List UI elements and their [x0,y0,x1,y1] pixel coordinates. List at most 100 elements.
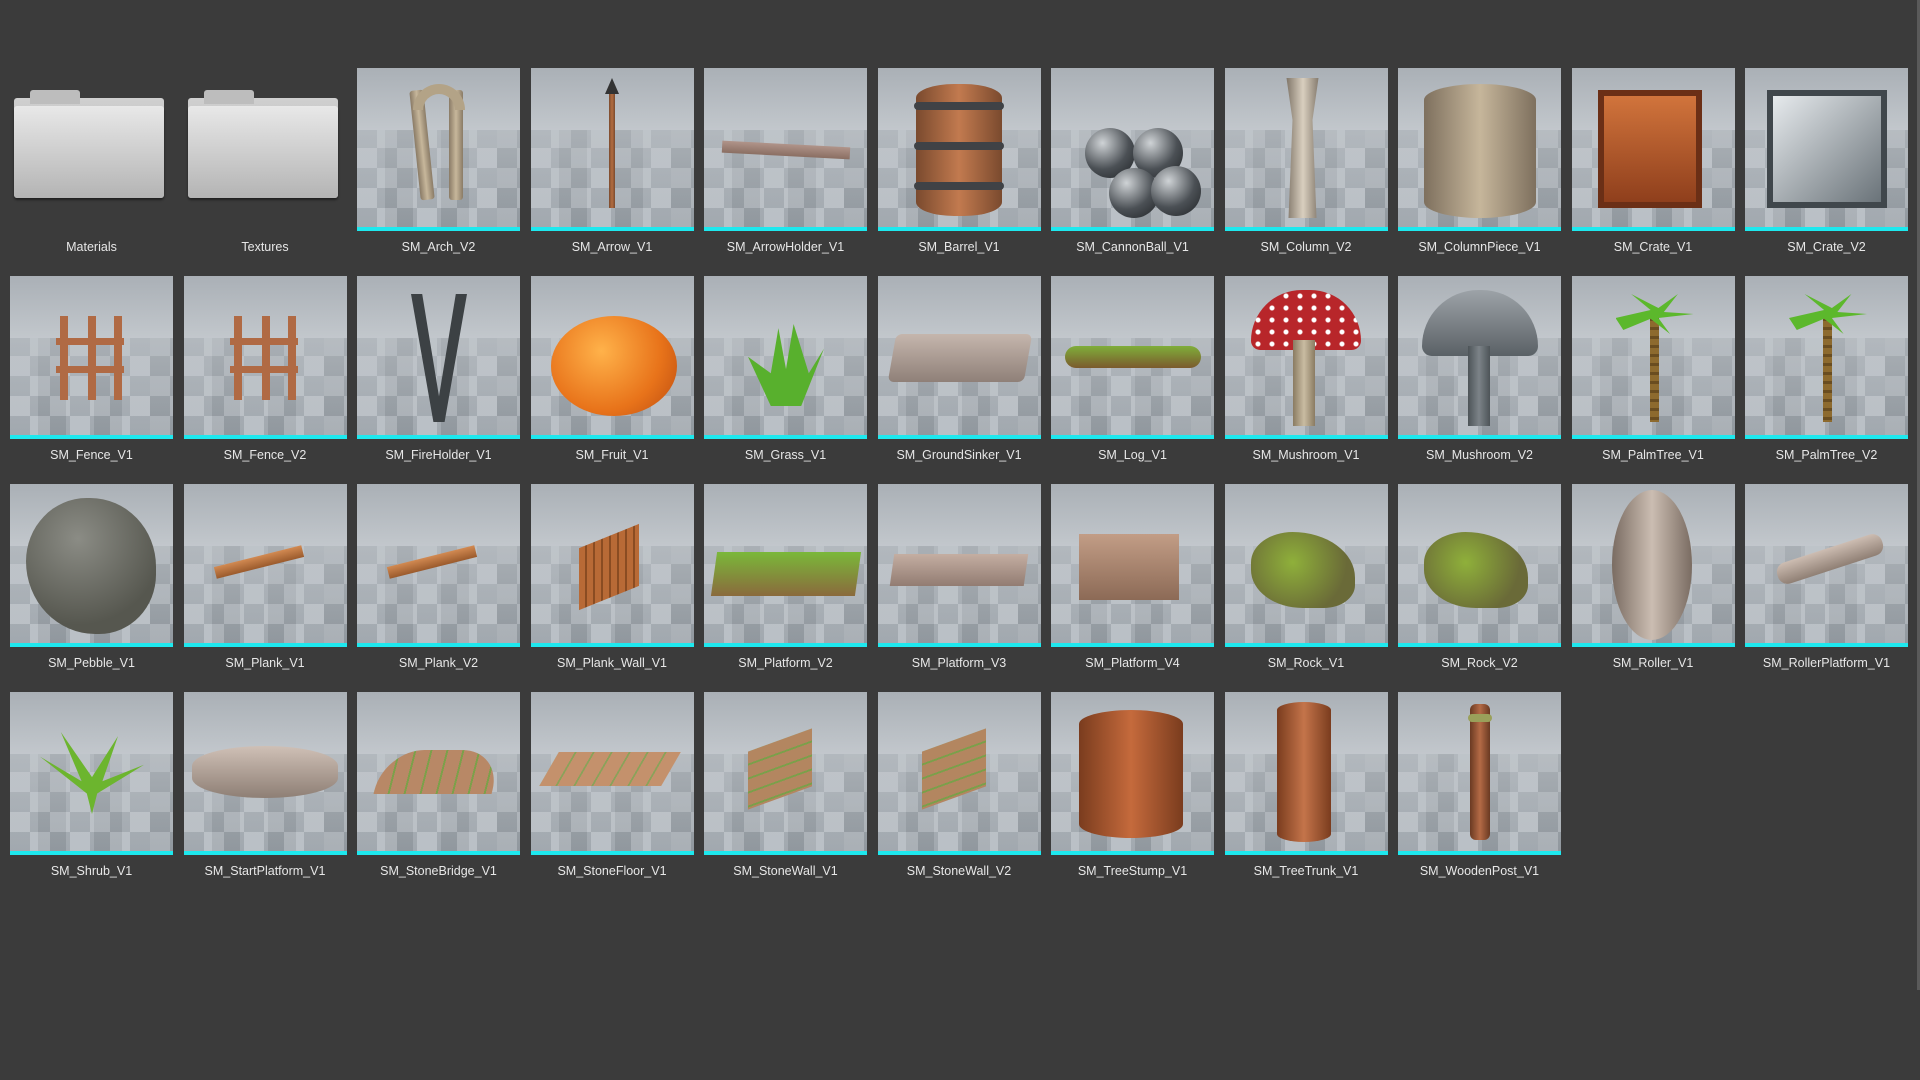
asset-tile[interactable]: SM_Arch_V2 [357,68,520,276]
asset-tile[interactable]: SM_RollerPlatform_V1 [1745,484,1908,692]
asset-label: SM_StoneWall_V2 [906,864,1012,878]
shape-part [373,750,503,794]
mossy-rock-icon [1225,484,1388,643]
shape-part [608,90,615,208]
asset-thumbnail [1224,68,1388,231]
asset-label: SM_Fruit_V1 [575,448,649,462]
asset-label: SM_Plank_V1 [225,656,305,670]
asset-tile[interactable]: SM_Plank_V1 [183,484,347,692]
folder-icon [10,68,173,231]
shape-part [56,338,124,345]
asset-tile[interactable]: SM_Fence_V1 [10,276,173,484]
asset-tile[interactable]: SM_Crate_V1 [1571,68,1735,276]
asset-tile[interactable]: SM_Barrel_V1 [877,68,1041,276]
asset-tile[interactable]: SM_Mushroom_V1 [1224,276,1388,484]
asset-thumbnail [1051,68,1214,231]
shape-part [1597,90,1702,208]
asset-tile[interactable]: SM_Fence_V2 [183,276,347,484]
shape-part [60,316,68,400]
asset-label: SM_WoodenPost_V1 [1419,864,1540,878]
asset-label: SM_RollerPlatform_V1 [1762,656,1891,670]
asset-thumbnail [10,484,173,647]
asset-label: SM_FireHolder_V1 [385,448,492,462]
folder-tab [30,90,80,104]
asset-tile[interactable]: SM_Roller_V1 [1571,484,1735,692]
asset-thumbnail [877,692,1041,855]
shape-part [1250,532,1355,608]
shape-part [1823,312,1832,422]
asset-tile[interactable]: SM_Platform_V3 [877,484,1041,692]
asset-tile[interactable]: SM_Pebble_V1 [10,484,173,692]
asset-tile[interactable]: SM_PalmTree_V1 [1571,276,1735,484]
asset-tile[interactable]: SM_Crate_V2 [1745,68,1908,276]
shape-part [721,140,851,160]
asset-thumbnail [1745,68,1908,231]
stone-bridge-icon [357,692,520,851]
asset-tile[interactable]: SM_WoodenPost_V1 [1398,692,1561,900]
asset-tile[interactable]: SM_Rock_V2 [1398,484,1561,692]
tree-stump-icon [1051,692,1214,851]
pebble-icon [10,484,173,643]
shape-part [710,552,862,596]
asset-tile[interactable]: SM_TreeStump_V1 [1051,692,1214,900]
asset-tile[interactable]: SM_StoneWall_V2 [877,692,1041,900]
asset-tile[interactable]: SM_StoneBridge_V1 [357,692,520,900]
plank-wall-icon [531,484,694,643]
asset-tile[interactable]: SM_Rock_V1 [1224,484,1388,692]
asset-tile[interactable]: SM_Fruit_V1 [530,276,694,484]
folder-tile-textures[interactable]: Textures [184,68,347,276]
asset-thumbnail [183,276,347,439]
shape-part [913,102,1004,110]
cannonball-icon [1051,68,1214,227]
asset-thumbnail [1571,484,1735,647]
asset-tile[interactable]: SM_StoneFloor_V1 [530,692,694,900]
asset-thumbnail [530,484,694,647]
asset-tile[interactable]: SM_ColumnPiece_V1 [1398,68,1561,276]
asset-tile[interactable]: SM_Arrow_V1 [530,68,694,276]
shape-part [1065,346,1201,368]
palm-tree-icon [1745,276,1908,435]
asset-tile[interactable]: SM_Plank_V2 [357,484,520,692]
asset-tile[interactable]: SM_CannonBall_V1 [1051,68,1214,276]
asset-tile[interactable]: SM_Grass_V1 [704,276,867,484]
asset-tile[interactable]: SM_Platform_V2 [704,484,867,692]
folder-icon [184,68,347,231]
folder-label: Materials [66,240,117,254]
asset-label: SM_Arrow_V1 [571,240,653,254]
asset-tile[interactable]: SM_GroundSinker_V1 [877,276,1041,484]
scrollbar-track[interactable] [1916,0,1920,1080]
asset-label: SM_Crate_V2 [1787,240,1866,254]
asset-thumbnail [1398,484,1561,647]
asset-tile[interactable]: SM_Platform_V4 [1051,484,1214,692]
grass-icon [704,276,867,435]
shape-part [229,366,298,373]
shape-part [1767,90,1887,208]
asset-tile[interactable]: SM_Plank_Wall_V1 [530,484,694,692]
asset-thumbnail [1398,692,1561,855]
shape-part [56,366,124,373]
asset-label: SM_Plank_Wall_V1 [556,656,667,670]
asset-tile[interactable]: SM_ArrowHolder_V1 [704,68,867,276]
asset-tile[interactable]: SM_StartPlatform_V1 [183,692,347,900]
asset-tile[interactable]: SM_PalmTree_V2 [1745,276,1908,484]
asset-tile[interactable]: SM_StoneWall_V1 [704,692,867,900]
asset-tile[interactable]: SM_Mushroom_V2 [1398,276,1561,484]
asset-label: SM_StoneFloor_V1 [557,864,667,878]
asset-label: SM_Pebble_V1 [48,656,135,670]
asset-label: SM_Rock_V1 [1267,656,1345,670]
asset-tile[interactable]: SM_Shrub_V1 [10,692,173,900]
asset-label: SM_StoneBridge_V1 [380,864,497,878]
asset-tile[interactable]: SM_FireHolder_V1 [357,276,520,484]
asset-tile[interactable]: SM_Column_V2 [1224,68,1388,276]
asset-thumbnail [1398,276,1561,439]
asset-label: SM_ArrowHolder_V1 [726,240,845,254]
asset-tile[interactable]: SM_Log_V1 [1051,276,1214,484]
asset-tile[interactable]: SM_TreeTrunk_V1 [1224,692,1388,900]
asset-thumbnail [1224,276,1388,439]
folder-tile-materials[interactable]: Materials [10,68,173,276]
barrel-icon [878,68,1041,227]
asset-thumbnail [704,484,867,647]
asset-label: SM_Grass_V1 [744,448,827,462]
shape-part [386,545,478,579]
shape-part [1611,490,1692,640]
